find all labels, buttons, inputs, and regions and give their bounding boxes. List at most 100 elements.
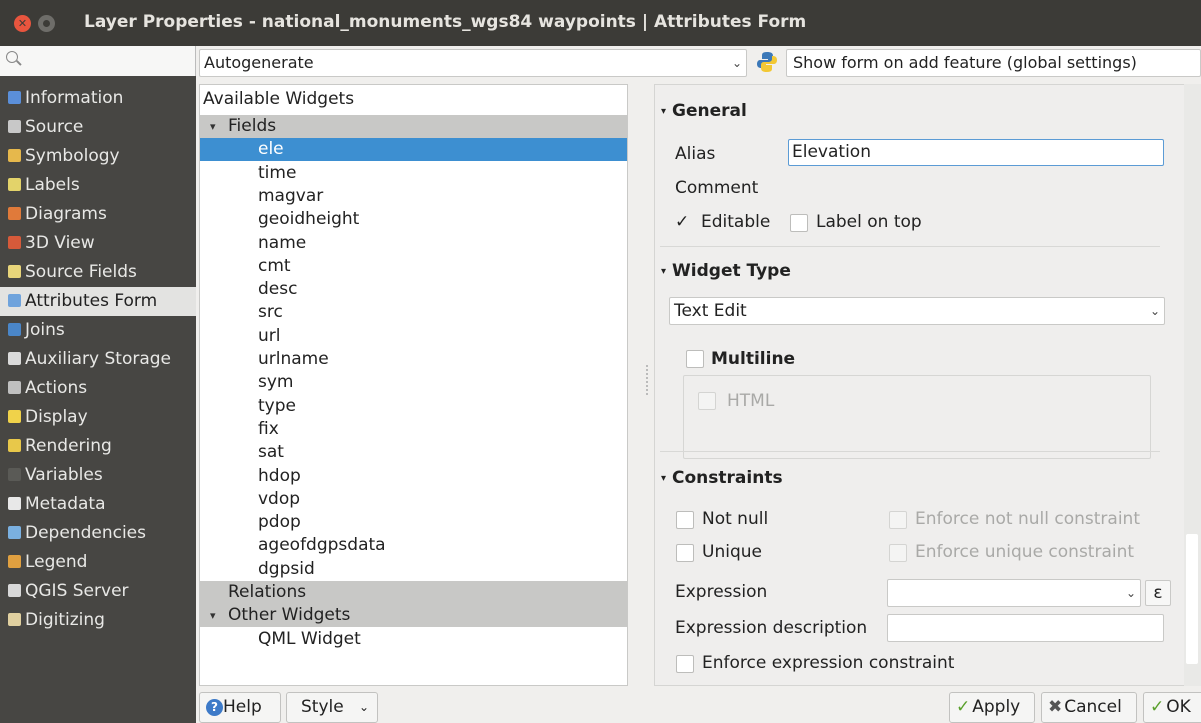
tree-field-sat[interactable]: sat <box>200 441 627 464</box>
tree-group-fields[interactable]: ▾ Fields <box>200 115 627 138</box>
help-button[interactable]: ? Help <box>199 692 281 723</box>
tree-field-type[interactable]: type <box>200 395 627 418</box>
html-checkbox[interactable] <box>698 392 716 410</box>
show-form-value: Show form on add feature (global setting… <box>793 53 1137 72</box>
sidebar-item-source[interactable]: Source <box>0 113 196 142</box>
unique-checkbox[interactable] <box>676 544 694 562</box>
tree-field-fix[interactable]: fix <box>200 418 627 441</box>
tree-field-dgpsid[interactable]: dgpsid <box>200 558 627 581</box>
minimize-window-icon[interactable] <box>38 15 55 32</box>
sidebar-item-label: Source <box>25 117 84 137</box>
tree-field-src[interactable]: src <box>200 301 627 324</box>
general-group-title[interactable]: ▾ General <box>661 101 747 121</box>
expression-input[interactable]: ⌄ <box>887 579 1141 607</box>
tree-field-geoidheight[interactable]: geoidheight <box>200 208 627 231</box>
tree-group-relations[interactable]: Relations <box>200 581 627 604</box>
sidebar-item-source-fields[interactable]: Source Fields <box>0 258 196 287</box>
tree-field-vdop[interactable]: vdop <box>200 488 627 511</box>
scrollbar-thumb[interactable] <box>1186 534 1198 664</box>
ok-button[interactable]: ✓ OK <box>1143 692 1201 723</box>
widget-type-group-title[interactable]: ▾ Widget Type <box>661 261 791 281</box>
multiline-options-frame <box>683 375 1151 459</box>
sidebar-item-labels[interactable]: Labels <box>0 171 196 200</box>
panel-splitter[interactable] <box>646 365 648 395</box>
constraints-group-title[interactable]: ▾ Constraints <box>661 468 783 488</box>
enforce-not-null-label: Enforce not null constraint <box>915 509 1140 529</box>
not-null-checkbox[interactable] <box>676 511 694 529</box>
legend-icon <box>8 555 21 568</box>
sidebar-item-attributes-form[interactable]: Attributes Form <box>0 287 196 316</box>
sidebar-item-symbology[interactable]: Symbology <box>0 142 196 171</box>
sidebar-item-digitizing[interactable]: Digitizing <box>0 606 196 635</box>
tree-item-label: time <box>258 163 297 183</box>
collapse-caret-icon: ▾ <box>661 473 667 484</box>
enforce-expression-checkbox[interactable] <box>676 655 694 673</box>
multiline-label: Multiline <box>711 349 796 369</box>
chevron-down-icon: ⌄ <box>731 56 742 70</box>
style-button[interactable]: Style ⌄ <box>286 692 378 723</box>
alias-input[interactable]: Elevation <box>788 139 1164 166</box>
sidebar-item-label: Metadata <box>25 494 106 514</box>
sidebar-item-label: Diagrams <box>25 204 107 224</box>
tree-item-label: hdop <box>258 466 301 486</box>
show-form-select[interactable]: Show form on add feature (global setting… <box>786 49 1201 77</box>
close-window-icon[interactable]: ✕ <box>14 15 31 32</box>
enforce-unique-checkbox[interactable] <box>889 544 907 562</box>
sidebar-item-rendering[interactable]: Rendering <box>0 432 196 461</box>
tree-field-sym[interactable]: sym <box>200 371 627 394</box>
sidebar-item-qgis-server[interactable]: QGIS Server <box>0 577 196 606</box>
tree-field-ageofdgpsdata[interactable]: ageofdgpsdata <box>200 534 627 557</box>
right-panel-scrollbar[interactable] <box>1184 84 1201 686</box>
sidebar-item-actions[interactable]: Actions <box>0 374 196 403</box>
field-properties-panel: ▾ General Alias Elevation Comment ✓ Edita… <box>654 84 1201 686</box>
tree-item-label: urlname <box>258 349 329 369</box>
sidebar-item-auxiliary-storage[interactable]: Auxiliary Storage <box>0 345 196 374</box>
sidebar-search-input[interactable] <box>0 46 196 76</box>
sidebar-item-joins[interactable]: Joins <box>0 316 196 345</box>
help-icon: ? <box>206 699 223 716</box>
tree-field-urlname[interactable]: urlname <box>200 348 627 371</box>
tree-field-url[interactable]: url <box>200 325 627 348</box>
expression-description-input[interactable] <box>887 614 1164 642</box>
label-on-top-checkbox[interactable] <box>790 214 808 232</box>
tree-field-name[interactable]: name <box>200 232 627 255</box>
sidebar-item-3d-view[interactable]: 3D View <box>0 229 196 258</box>
editable-checkbox[interactable]: ✓ <box>675 212 689 232</box>
sidebar-item-dependencies[interactable]: Dependencies <box>0 519 196 548</box>
sidebar-item-display[interactable]: Display <box>0 403 196 432</box>
tree-item-qml-widget[interactable]: QML Widget <box>200 628 627 651</box>
tree-field-hdop[interactable]: hdop <box>200 465 627 488</box>
tree-field-desc[interactable]: desc <box>200 278 627 301</box>
tree-item-label: Relations <box>228 582 307 602</box>
python-init-icon[interactable] <box>755 50 779 74</box>
expression-builder-button[interactable]: ε <box>1145 580 1171 606</box>
sidebar-item-diagrams[interactable]: Diagrams <box>0 200 196 229</box>
sidebar-item-legend[interactable]: Legend <box>0 548 196 577</box>
tree-field-ele[interactable]: ele <box>200 138 627 161</box>
tree-group-other-widgets[interactable]: ▾ Other Widgets <box>200 604 627 627</box>
form-mode-select[interactable]: Autogenerate ⌄ <box>199 49 747 77</box>
variables-icon <box>8 468 21 481</box>
tree-field-cmt[interactable]: cmt <box>200 255 627 278</box>
multiline-checkbox[interactable] <box>686 350 704 368</box>
tree-field-magvar[interactable]: magvar <box>200 185 627 208</box>
tree-field-time[interactable]: time <box>200 162 627 185</box>
sidebar-item-information[interactable]: Information <box>0 84 196 113</box>
sidebar-item-metadata[interactable]: Metadata <box>0 490 196 519</box>
apply-button[interactable]: ✓ Apply <box>949 692 1035 723</box>
tree-item-label: name <box>258 233 307 253</box>
sidebar: Information Source Symbology Labels Diagrams… <box>0 46 196 723</box>
enforce-not-null-checkbox[interactable] <box>889 511 907 529</box>
expand-chevron-icon[interactable]: ▾ <box>210 115 216 138</box>
sidebar-item-label: Symbology <box>25 146 120 166</box>
tree-item-label: QML Widget <box>258 629 361 649</box>
tree-item-label: Fields <box>228 116 277 136</box>
available-widgets-tree[interactable]: Available Widgets ▾ Fields ele time magvar ge… <box>199 84 628 686</box>
expand-chevron-icon[interactable]: ▾ <box>210 604 216 627</box>
sidebar-item-label: Actions <box>25 378 88 398</box>
sidebar-item-variables[interactable]: Variables <box>0 461 196 490</box>
tree-header: Available Widgets <box>203 89 355 109</box>
cancel-button[interactable]: ✖ Cancel <box>1041 692 1137 723</box>
tree-field-pdop[interactable]: pdop <box>200 511 627 534</box>
widget-type-select[interactable]: Text Edit ⌄ <box>669 297 1165 325</box>
